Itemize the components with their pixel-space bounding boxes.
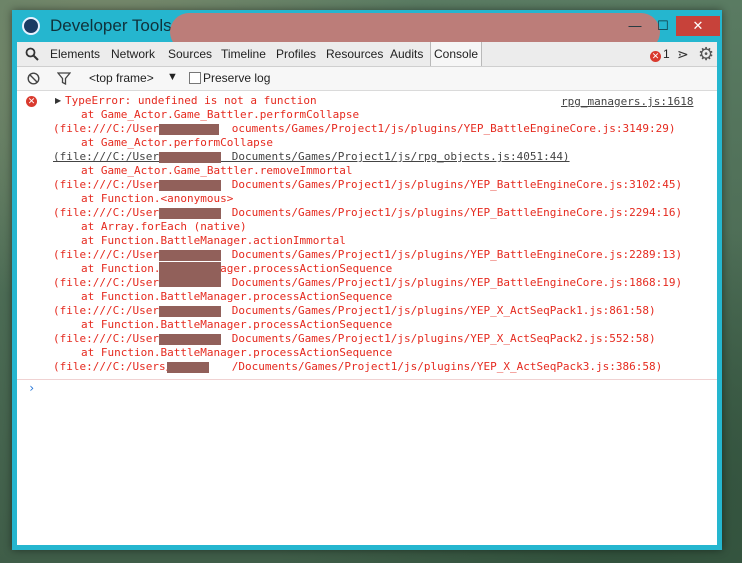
stack-line: at Function.BattleManager.processActionS… bbox=[81, 318, 393, 331]
redaction-block bbox=[159, 180, 221, 191]
tab-resources[interactable]: Resources bbox=[326, 42, 383, 66]
preserve-log-label: Preserve log bbox=[203, 71, 271, 85]
chrome-devtools-app-icon bbox=[22, 17, 40, 35]
tab-network[interactable]: Network bbox=[111, 42, 155, 66]
redaction-block bbox=[159, 152, 221, 163]
tab-sources[interactable]: Sources bbox=[168, 42, 212, 66]
stack-line: at Game_Actor.performCollapse bbox=[81, 136, 274, 149]
stack-line[interactable]: (file:///C:/Users/ /Documents/Games/Proj… bbox=[53, 360, 662, 374]
error-message: ✕ ▶ TypeError: undefined is not a functi… bbox=[17, 91, 717, 380]
stack-line[interactable]: (file:///C:/Users/ Documents/Games/Proje… bbox=[53, 248, 682, 262]
search-icon[interactable] bbox=[25, 47, 39, 61]
error-counter[interactable]: ✕ 1 bbox=[650, 47, 670, 62]
error-source-link[interactable]: rpg_managers.js:1618 bbox=[561, 95, 693, 108]
error-count: 1 bbox=[663, 47, 670, 61]
console-output: ✕ ▶ TypeError: undefined is not a functi… bbox=[17, 91, 717, 545]
close-button[interactable]: ✕ bbox=[676, 16, 720, 36]
stack-line[interactable]: (file:///C:/Users/ Documents/Games/Proje… bbox=[53, 332, 656, 346]
tab-timeline[interactable]: Timeline bbox=[221, 42, 266, 66]
frame-selector[interactable]: <top frame> bbox=[89, 71, 154, 85]
panel-tab-bar: Elements Network Sources Timeline Profil… bbox=[17, 42, 717, 67]
redaction-block bbox=[159, 124, 219, 135]
stack-line[interactable]: (file:///C:/Users/ ocuments/Games/Projec… bbox=[53, 122, 676, 136]
clear-console-icon[interactable] bbox=[27, 72, 40, 85]
console-drawer-icon[interactable]: ⋗ bbox=[677, 47, 693, 61]
stack-line: at Game_Actor.Game_Battler.removeImmorta… bbox=[81, 164, 353, 177]
stack-line: at Array.forEach (native) bbox=[81, 220, 247, 233]
redaction-block bbox=[167, 362, 209, 373]
minimize-button[interactable]: — bbox=[622, 16, 648, 36]
error-icon: ✕ bbox=[650, 51, 661, 62]
stack-line: at Function.BattleManager.processActionS… bbox=[81, 290, 393, 303]
redaction-block bbox=[159, 306, 221, 317]
tab-elements[interactable]: Elements bbox=[50, 42, 100, 66]
tab-console[interactable]: Console bbox=[430, 42, 483, 66]
redaction-block bbox=[159, 334, 221, 345]
filter-icon[interactable] bbox=[57, 72, 71, 85]
console-prompt[interactable]: › bbox=[28, 381, 35, 395]
stack-line: at Function.BattleManager.actionImmortal bbox=[81, 234, 346, 247]
devtools-window: Developer Tools — ☐ ✕ Elements Network S… bbox=[12, 10, 722, 550]
title-bar[interactable]: Developer Tools — ☐ ✕ bbox=[12, 10, 722, 51]
stack-line[interactable]: (file:///C:/Users/ Documents/Games/Proje… bbox=[53, 150, 570, 164]
tab-profiles[interactable]: Profiles bbox=[276, 42, 316, 66]
console-toolbar: <top frame> ▼ Preserve log bbox=[17, 67, 717, 91]
tab-audits[interactable]: Audits bbox=[390, 42, 423, 66]
stack-line: at Function.<anonymous> bbox=[81, 192, 234, 205]
stack-line[interactable]: (file:///C:/Users/ Documents/Games/Proje… bbox=[53, 304, 656, 318]
error-text[interactable]: TypeError: undefined is not a function bbox=[65, 94, 317, 108]
error-icon: ✕ bbox=[26, 96, 37, 107]
redaction-block bbox=[159, 208, 221, 219]
expand-triangle-icon[interactable]: ▶ bbox=[55, 96, 61, 105]
chevron-down-icon[interactable]: ▼ bbox=[167, 71, 178, 83]
stack-line[interactable]: (file:///C:/Users/ Documents/Games/Proje… bbox=[53, 276, 682, 290]
stack-line[interactable]: (file:///C:/Users/ Documents/Games/Proje… bbox=[53, 206, 682, 220]
stack-line[interactable]: (file:///C:/Users/ Documents/Games/Proje… bbox=[53, 178, 682, 192]
stack-line: at Function.BattleManager.processActionS… bbox=[81, 262, 393, 275]
window-title: Developer Tools bbox=[50, 16, 172, 35]
redaction-block bbox=[159, 262, 221, 287]
redaction-block bbox=[159, 250, 221, 261]
maximize-button[interactable]: ☐ bbox=[650, 16, 676, 36]
devtools-client: Elements Network Sources Timeline Profil… bbox=[17, 42, 717, 545]
stack-line: at Game_Actor.Game_Battler.performCollap… bbox=[81, 108, 360, 121]
gear-icon[interactable]: ⚙ bbox=[698, 45, 716, 63]
stack-line: at Function.BattleManager.processActionS… bbox=[81, 346, 393, 359]
preserve-log-checkbox[interactable] bbox=[189, 72, 201, 84]
